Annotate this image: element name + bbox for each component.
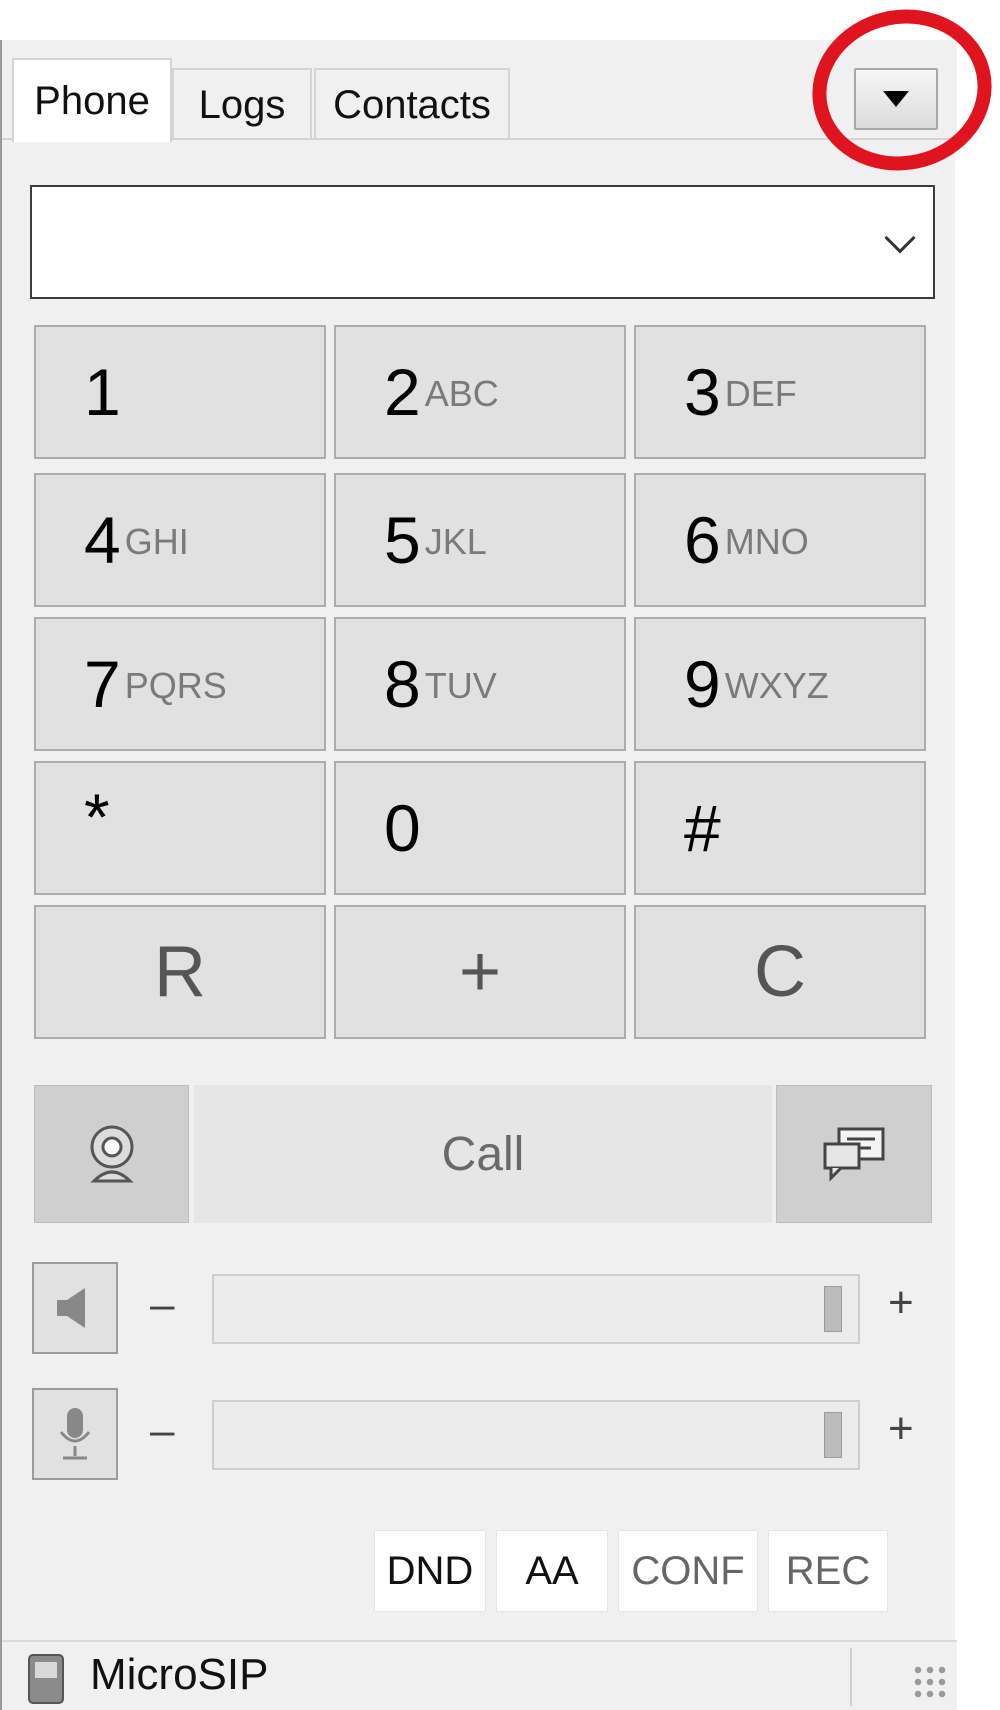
conference-button[interactable]: CONF xyxy=(618,1530,758,1612)
speaker-mute-button[interactable] xyxy=(32,1262,118,1354)
key-4[interactable]: 4 GHI xyxy=(34,473,326,607)
key-letters: DEF xyxy=(724,373,797,414)
key-5[interactable]: 5 JKL xyxy=(334,473,626,607)
microphone-plus: + xyxy=(888,1404,914,1453)
tab-phone[interactable]: Phone xyxy=(12,58,172,142)
key-letters: WXYZ xyxy=(724,665,829,706)
key-letters: TUV xyxy=(424,665,497,706)
tab-logs[interactable]: Logs xyxy=(172,68,312,140)
key-clear[interactable]: C xyxy=(634,905,926,1039)
key-letters: PQRS xyxy=(124,665,227,706)
tab-logs-label: Logs xyxy=(198,82,286,127)
status-text: MicroSIP xyxy=(90,1650,269,1699)
call-button[interactable]: Call xyxy=(194,1085,772,1223)
key-digit: # xyxy=(684,791,721,865)
microphone-icon xyxy=(59,1408,91,1460)
key-label: R xyxy=(154,932,206,1012)
key-3[interactable]: 3 DEF xyxy=(634,325,926,459)
key-digit: 5 xyxy=(384,503,421,577)
key-8[interactable]: 8 TUV xyxy=(334,617,626,751)
speaker-icon xyxy=(57,1288,85,1328)
key-6[interactable]: 6 MNO xyxy=(634,473,926,607)
speaker-minus: – xyxy=(150,1280,175,1329)
key-digit: 9 xyxy=(684,647,721,721)
status-separator xyxy=(850,1648,852,1706)
key-digit: 8 xyxy=(384,647,421,721)
key-label: C xyxy=(754,932,806,1012)
status-bar: MicroSIP xyxy=(2,1640,957,1710)
conference-label: CONF xyxy=(631,1548,745,1593)
dnd-button[interactable]: DND xyxy=(374,1530,486,1612)
key-digit: 7 xyxy=(84,647,121,721)
key-star[interactable]: * xyxy=(34,761,326,895)
phone-device-icon xyxy=(28,1654,64,1704)
key-redial[interactable]: R xyxy=(34,905,326,1039)
key-letters: MNO xyxy=(724,521,809,562)
speaker-volume-row: – + xyxy=(32,1262,932,1358)
key-hash[interactable]: # xyxy=(634,761,926,895)
message-button[interactable] xyxy=(776,1085,932,1223)
microphone-volume-thumb[interactable] xyxy=(824,1412,842,1458)
chat-icon xyxy=(823,1127,885,1182)
key-9[interactable]: 9 WXYZ xyxy=(634,617,926,751)
key-plus[interactable]: + xyxy=(334,905,626,1039)
microphone-mute-button[interactable] xyxy=(32,1388,118,1480)
speaker-volume-slider[interactable] xyxy=(212,1274,860,1344)
speaker-plus: + xyxy=(888,1278,914,1327)
key-digit: 0 xyxy=(384,791,421,865)
microphone-volume-row: – + xyxy=(32,1388,932,1484)
key-digit: 1 xyxy=(84,355,121,429)
dnd-label: DND xyxy=(386,1548,474,1593)
key-letters: ABC xyxy=(424,373,499,414)
key-letters: JKL xyxy=(424,521,487,562)
key-digit: 2 xyxy=(384,355,421,429)
key-0[interactable]: 0 xyxy=(334,761,626,895)
feature-toggles: DND AA CONF REC xyxy=(374,1530,929,1612)
record-label: REC xyxy=(785,1548,871,1593)
webcam-icon xyxy=(89,1125,134,1183)
key-7[interactable]: 7 PQRS xyxy=(34,617,326,751)
call-row: Call xyxy=(34,1085,932,1223)
key-1[interactable]: 1 xyxy=(34,325,326,459)
tab-contacts[interactable]: Contacts xyxy=(314,68,510,140)
number-input[interactable] xyxy=(42,197,862,287)
key-letters: GHI xyxy=(124,521,189,562)
resize-grip-icon[interactable] xyxy=(912,1664,948,1700)
auto-answer-label: AA xyxy=(525,1548,579,1593)
microphone-minus: – xyxy=(150,1406,175,1455)
key-2[interactable]: 2 ABC xyxy=(334,325,626,459)
speaker-volume-thumb[interactable] xyxy=(824,1286,842,1332)
tab-contacts-label: Contacts xyxy=(333,82,491,127)
number-combobox[interactable] xyxy=(30,185,935,299)
key-digit: 6 xyxy=(684,503,721,577)
record-button[interactable]: REC xyxy=(768,1530,888,1612)
video-call-button[interactable] xyxy=(34,1085,189,1223)
key-digit: * xyxy=(84,780,110,854)
microphone-volume-slider[interactable] xyxy=(212,1400,860,1470)
key-label: + xyxy=(458,932,502,1012)
microsip-window: Phone Logs Contacts 1 2 ABC 3 DEF 4 GHI 5 JK… xyxy=(0,40,957,1710)
key-digit: 3 xyxy=(684,355,721,429)
call-button-label: Call xyxy=(441,1127,525,1181)
tab-phone-label: Phone xyxy=(34,78,150,123)
auto-answer-button[interactable]: AA xyxy=(496,1530,608,1612)
chevron-down-icon[interactable] xyxy=(884,222,916,254)
key-digit: 4 xyxy=(84,503,121,577)
